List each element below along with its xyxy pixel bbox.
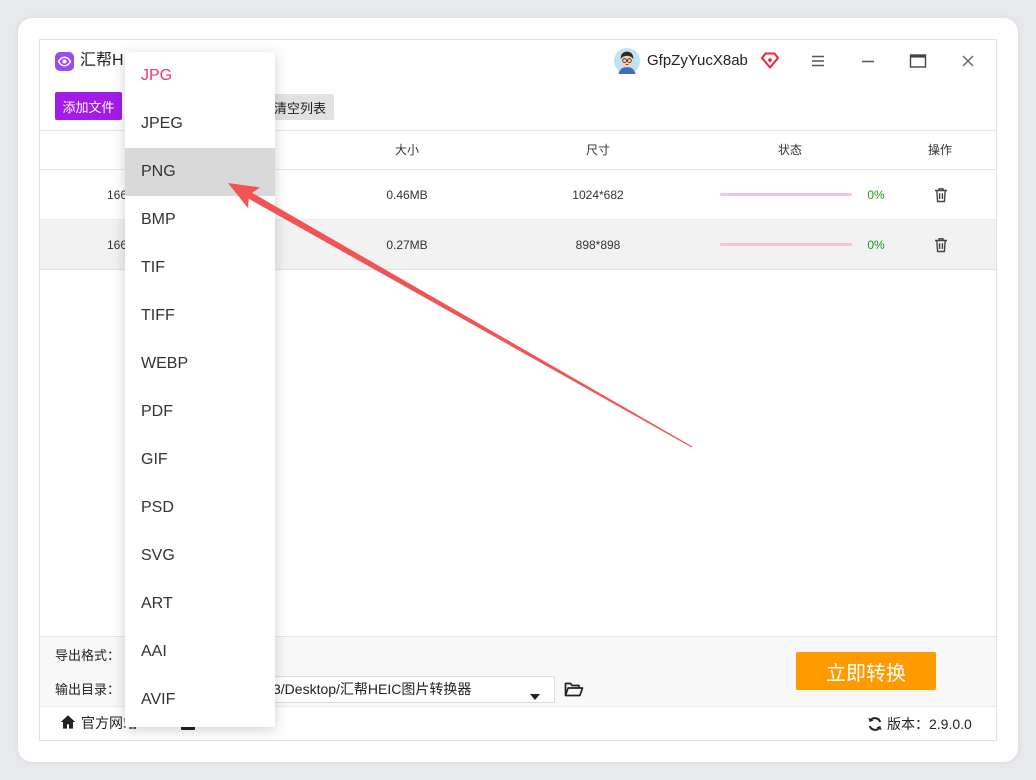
format-option-tif[interactable]: TIF (125, 244, 275, 292)
format-option-art[interactable]: ART (125, 580, 275, 628)
header-status: 状态 (777, 143, 802, 157)
clear-list-button[interactable]: 清空列表 (266, 94, 334, 120)
close-icon[interactable] (960, 53, 976, 69)
export-format-dropdown[interactable]: JPG JPEG PNG BMP TIF TIFF WEBP PDF GIF P… (125, 52, 275, 727)
progress-bar (720, 193, 852, 196)
file-size: 0.27MB (386, 238, 428, 252)
maximize-icon[interactable] (909, 53, 927, 69)
avatar[interactable] (614, 48, 640, 74)
app-title: 汇帮HI (80, 52, 129, 69)
format-option-jpeg[interactable]: JPEG (125, 100, 275, 148)
format-option-gif[interactable]: GIF (125, 436, 275, 484)
progress-bar (720, 243, 852, 246)
file-size: 0.46MB (386, 188, 428, 202)
status-text: 0% (867, 188, 885, 202)
export-format-label: 导出格式： (55, 648, 121, 663)
version-label: 版本： (887, 716, 929, 732)
output-dir-label: 输出目录： (55, 682, 121, 697)
image-dimensions: 898*898 (575, 238, 621, 252)
image-dimensions: 1024*682 (572, 188, 624, 202)
header-size: 大小 (394, 143, 419, 157)
add-files-button[interactable]: 添加文件 (55, 92, 122, 120)
minimize-icon[interactable] (860, 53, 876, 69)
menu-icon[interactable] (810, 53, 826, 69)
refresh-icon[interactable] (867, 716, 883, 732)
header-actions: 操作 (927, 143, 952, 157)
vip-gem-icon[interactable] (761, 51, 779, 69)
format-option-bmp[interactable]: BMP (125, 196, 275, 244)
output-dir-select[interactable]: 3/Desktop/汇帮HEIC图片转换器 (252, 676, 555, 703)
format-option-webp[interactable]: WEBP (125, 340, 275, 388)
home-icon[interactable] (60, 714, 76, 730)
format-option-svg[interactable]: SVG (125, 532, 275, 580)
output-dir-value: 3/Desktop/汇帮HEIC图片转换器 (273, 681, 472, 697)
user-name[interactable]: GfpZyYucX8ab (647, 51, 748, 71)
format-option-jpg[interactable]: JPG (125, 52, 275, 100)
header-dimensions: 尺寸 (585, 143, 610, 157)
version-number: 2.9.0.0 (929, 716, 972, 732)
app-logo-icon (55, 52, 74, 71)
delete-icon[interactable] (934, 237, 948, 253)
format-option-pdf[interactable]: PDF (125, 388, 275, 436)
format-option-aai[interactable]: AAI (125, 628, 275, 676)
folder-icon[interactable] (564, 681, 584, 698)
format-option-psd[interactable]: PSD (125, 484, 275, 532)
format-option-png[interactable]: PNG (125, 148, 275, 196)
format-option-tiff[interactable]: TIFF (125, 292, 275, 340)
delete-icon[interactable] (934, 187, 948, 203)
convert-button[interactable]: 立即转换 (796, 652, 936, 690)
format-option-avif[interactable]: AVIF (125, 676, 275, 724)
status-text: 0% (867, 238, 885, 252)
chevron-down-icon[interactable] (530, 687, 540, 705)
